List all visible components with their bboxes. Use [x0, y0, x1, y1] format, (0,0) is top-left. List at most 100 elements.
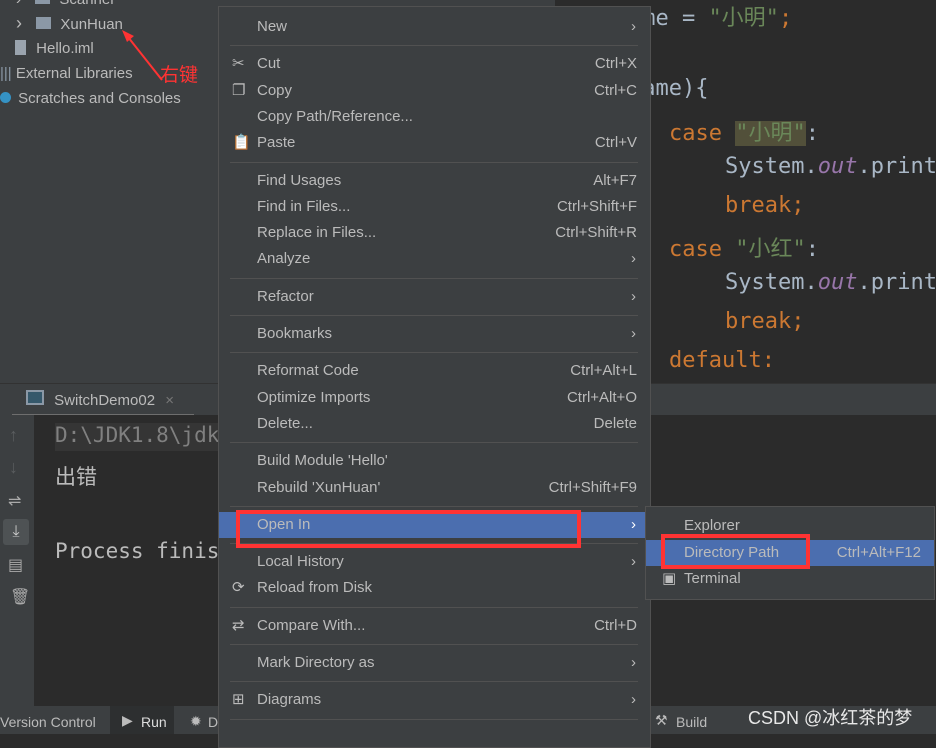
menu-item-analyze[interactable]: Analyze › — [219, 246, 650, 272]
menu-item-shortcut: Ctrl+V — [594, 134, 637, 152]
menu-item-delete[interactable]: Delete... Delete — [219, 411, 650, 437]
menu-item-shortcut: Ctrl+C — [594, 81, 637, 99]
tab-switchdemo02[interactable]: SwitchDemo02 × — [26, 390, 174, 409]
menu-item-compare-with[interactable]: ⇄ Compare With... Ctrl+D — [219, 613, 650, 639]
menu-item-label: Find Usages — [257, 171, 342, 189]
menu-item-diagrams[interactable]: ⊞ Diagrams › — [219, 687, 650, 713]
tree-item-hello-iml[interactable]: Hello.iml — [15, 36, 94, 61]
menu-item-label: Compare With... — [257, 616, 366, 634]
file-icon — [15, 40, 26, 55]
tree-item-scratches[interactable]: Scratches and Consoles — [0, 86, 181, 111]
chevron-right-icon: › — [631, 287, 636, 305]
code-token: : — [805, 237, 819, 262]
menu-item-mark-directory-as[interactable]: Mark Directory as › — [219, 650, 650, 676]
tool-version-control[interactable]: Version Control — [0, 714, 96, 730]
menu-item-shortcut: Ctrl+Shift+F — [556, 197, 637, 215]
scroll-to-end-icon[interactable]: ⤓ — [3, 519, 29, 545]
diagram-icon: ⊞ — [232, 691, 245, 709]
menu-item-label: Mark Directory as — [257, 654, 375, 671]
menu-item-label: Analyze — [257, 250, 311, 268]
menu-item-label: New — [257, 18, 288, 35]
menu-separator — [230, 352, 638, 354]
menu-item-label: Reload from Disk — [257, 579, 373, 597]
tool-build[interactable]: Build — [676, 714, 707, 730]
code-line: case "小明": — [669, 115, 819, 147]
chevron-right-icon[interactable]: › — [16, 13, 22, 33]
menu-item-find-usages[interactable]: Find Usages Alt+F7 — [219, 168, 650, 194]
chevron-right-icon: › — [16, 0, 21, 8]
tool-run[interactable]: ▶ Run — [110, 706, 174, 734]
menu-item-label: Refactor — [257, 287, 314, 305]
menu-item-shortcut: Ctrl+D — [594, 616, 637, 634]
code-token: break; — [725, 309, 805, 334]
menu-item-label: Replace in Files... — [257, 224, 377, 242]
menu-item-label: Delete... — [257, 414, 313, 432]
menu-item-reload-from-disk[interactable]: ⟳ Reload from Disk — [219, 575, 650, 601]
copy-icon: ❐ — [232, 81, 246, 99]
menu-item-paste[interactable]: 📋 Paste Ctrl+V — [219, 130, 650, 156]
bug-icon[interactable]: ✹ — [190, 713, 202, 730]
menu-item-refactor[interactable]: Refactor › — [219, 284, 650, 310]
menu-separator — [230, 161, 638, 163]
code-token: case — [669, 121, 736, 146]
menu-item-rebuild-xunhuan[interactable]: Rebuild 'XunHuan' Ctrl+Shift+F9 — [219, 475, 650, 501]
menu-separator — [230, 718, 638, 720]
code-line: break; — [725, 193, 804, 218]
menu-separator — [230, 277, 638, 279]
code-token: "小明" — [735, 121, 806, 146]
trash-icon[interactable]: 🗑 — [10, 587, 30, 607]
annotation-text: 右键 — [160, 65, 199, 86]
code-token: ; — [778, 6, 793, 31]
arrow-down-icon[interactable]: ↓ — [9, 457, 18, 478]
console-line-output: 出错 — [55, 465, 97, 489]
annotation-box-open-in — [236, 510, 581, 548]
menu-separator — [230, 505, 638, 507]
menu-item-label: Optimize Imports — [257, 388, 371, 406]
menu-item-label: Copy Path/Reference... — [257, 107, 413, 125]
code-token: : — [805, 121, 819, 146]
menu-item-shortcut: Ctrl+Shift+F9 — [548, 478, 637, 496]
submenu-item-shortcut: Ctrl+Alt+F12 — [836, 543, 921, 561]
code-line: break; — [725, 309, 804, 334]
menu-separator — [230, 315, 638, 316]
menu-item-label: Reformat Code — [257, 362, 359, 380]
run-toolbar: ↑ ↓ ⇌ ⤓ ▤ 🗑 — [0, 415, 34, 706]
menu-item-optimize-imports[interactable]: Optimize Imports Ctrl+Alt+O — [219, 385, 650, 411]
menu-item-build-module-hello[interactable]: Build Module 'Hello' — [219, 448, 650, 474]
tree-item-xunhuan[interactable]: › XunHuan — [16, 11, 123, 36]
menu-item-copy[interactable]: ❐ Copy Ctrl+C — [219, 78, 650, 104]
menu-separator — [230, 442, 638, 444]
folder-icon — [36, 17, 52, 29]
menu-item-label: Bookmarks — [257, 325, 333, 342]
watermark: CSDN @冰红茶的梦 — [748, 708, 913, 728]
menu-item-copy-path-reference[interactable]: Copy Path/Reference... — [219, 104, 650, 130]
menu-item-local-history[interactable]: Local History › — [219, 549, 650, 575]
code-token: System. — [725, 154, 818, 179]
close-icon[interactable]: × — [165, 392, 174, 409]
menu-item-replace-in-files[interactable]: Replace in Files... Ctrl+Shift+R — [219, 220, 650, 246]
tree-item-external-libraries[interactable]: ||| External Libraries — [0, 61, 133, 86]
menu-item-cut[interactable]: ✂ Cut Ctrl+X — [219, 51, 650, 77]
context-menu: New › ✂ Cut Ctrl+X ❐ Copy Ctrl+C Copy Path/Refer… — [218, 6, 651, 748]
play-icon: ▶ — [122, 712, 133, 728]
menu-item-shortcut: Delete — [593, 414, 637, 432]
code-token: out — [817, 270, 858, 295]
code-token: case — [669, 237, 736, 262]
chevron-right-icon: › — [631, 325, 636, 342]
code-token: System. — [725, 270, 818, 295]
menu-item-new[interactable]: New › — [219, 14, 650, 40]
folder-icon — [35, 0, 51, 4]
menu-item-bookmarks[interactable]: Bookmarks › — [219, 321, 650, 347]
menu-item-find-in-files[interactable]: Find in Files... Ctrl+Shift+F — [219, 194, 650, 220]
menu-item-reformat-code[interactable]: Reformat Code Ctrl+Alt+L — [219, 358, 650, 384]
console-icon — [26, 390, 44, 405]
soft-wrap-icon[interactable]: ⇌ — [8, 491, 21, 511]
compare-icon: ⇄ — [232, 616, 245, 634]
submenu-item-terminal[interactable]: ▣ Terminal — [646, 566, 934, 592]
print-icon[interactable]: ▤ — [8, 555, 23, 575]
code-line: default: — [669, 348, 775, 373]
arrow-up-icon[interactable]: ↑ — [9, 425, 18, 446]
menu-item-label: Local History — [257, 553, 344, 571]
code-token: .println — [857, 270, 936, 295]
chevron-right-icon: › — [631, 691, 636, 709]
